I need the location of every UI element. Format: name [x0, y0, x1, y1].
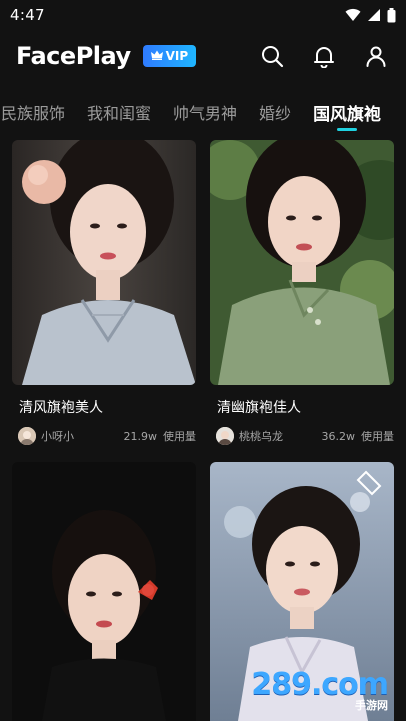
status-icons: [345, 7, 396, 23]
template-card[interactable]: 289.com 手游网: [210, 462, 394, 721]
watermark: 289.com 手游网: [251, 667, 389, 712]
tab-wedding-dress[interactable]: 婚纱: [259, 92, 291, 124]
template-title: 清幽旗袍佳人: [217, 400, 301, 416]
cellular-signal-icon: [367, 8, 381, 22]
template-image[interactable]: 289.com 手游网: [210, 462, 394, 721]
app-logo: FacePlay: [16, 42, 131, 70]
tab-bestie[interactable]: 我和闺蜜: [87, 92, 151, 124]
author-name: 小呀小: [41, 430, 74, 443]
author-avatar: [216, 427, 234, 445]
template-grid: 清风旗袍美人 小呀小 21.9w 使用量 清幽旗袍佳人 桃桃乌龙 36.2w 使…: [0, 140, 406, 721]
vip-badge[interactable]: VIP: [142, 45, 197, 67]
template-image[interactable]: [12, 140, 196, 385]
usage-count: 21.9w: [123, 429, 158, 443]
header-actions: [260, 44, 390, 69]
tab-handsome-male[interactable]: 帅气男神: [173, 92, 237, 124]
template-meta: 桃桃乌龙 36.2w 使用量: [210, 427, 394, 445]
watermark-main: 289.com: [251, 667, 389, 702]
usage-count: 36.2w: [321, 429, 356, 443]
template-card[interactable]: [12, 462, 196, 721]
status-bar: 4:47: [0, 0, 406, 30]
wifi-icon: [345, 8, 361, 22]
status-time: 4:47: [10, 6, 45, 24]
usage-label: 使用量: [163, 430, 196, 443]
bell-icon[interactable]: [312, 44, 336, 69]
tab-ethnic-costume[interactable]: 民族服饰: [1, 92, 65, 124]
category-tabs: 民族服饰 我和闺蜜 帅气男神 婚纱 国风旗袍: [0, 92, 406, 132]
template-meta: 小呀小 21.9w 使用量: [12, 427, 196, 445]
author-name: 桃桃乌龙: [239, 430, 283, 443]
template-image[interactable]: [210, 140, 394, 385]
usage-label: 使用量: [361, 430, 394, 443]
crown-icon: [150, 49, 163, 63]
author-avatar: [18, 427, 36, 445]
search-icon[interactable]: [260, 44, 284, 68]
battery-icon: [387, 7, 396, 23]
tab-cheongsam[interactable]: 国风旗袍: [313, 92, 381, 131]
template-image[interactable]: [12, 462, 196, 721]
template-card[interactable]: 清幽旗袍佳人 桃桃乌龙 36.2w 使用量: [210, 140, 394, 445]
template-card[interactable]: 清风旗袍美人 小呀小 21.9w 使用量: [12, 140, 196, 445]
vip-label: VIP: [165, 49, 189, 63]
template-title: 清风旗袍美人: [19, 400, 103, 416]
profile-icon[interactable]: [364, 44, 388, 68]
app-header: FacePlay VIP: [0, 36, 406, 76]
